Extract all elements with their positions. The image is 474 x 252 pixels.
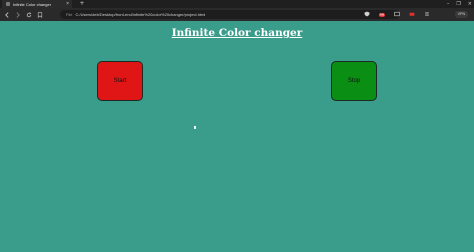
bookmark-icon[interactable] bbox=[36, 11, 44, 19]
reload-icon[interactable] bbox=[25, 11, 33, 19]
close-icon[interactable]: × bbox=[66, 1, 69, 7]
file-scheme-label: File bbox=[66, 12, 73, 17]
toolbar-extensions: 99 bbox=[364, 10, 430, 19]
page-title: Infinite Color changer bbox=[171, 27, 303, 39]
forward-icon[interactable] bbox=[14, 11, 22, 19]
browser-toolbar: File C:/Users/deb/Desktop/front-end/infi… bbox=[0, 8, 474, 21]
minimize-icon[interactable]: – bbox=[447, 1, 450, 7]
extension-badge[interactable]: 99 bbox=[378, 12, 385, 17]
wallet-icon[interactable] bbox=[409, 11, 415, 19]
tab-title: Infinite Color changer bbox=[13, 1, 52, 7]
browser-tab-bar: Infinite Color changer × + – ❐ × bbox=[0, 0, 474, 8]
address-bar[interactable]: File C:/Users/deb/Desktop/front-end/infi… bbox=[60, 10, 400, 19]
window-close-icon[interactable]: × bbox=[468, 1, 472, 7]
sidebar-icon[interactable] bbox=[394, 11, 400, 19]
stop-button[interactable]: Stop bbox=[331, 61, 377, 101]
maximize-icon[interactable]: ❐ bbox=[456, 1, 460, 7]
shield-icon[interactable] bbox=[364, 11, 370, 19]
tab-favicon-icon bbox=[6, 2, 10, 6]
mouse-cursor bbox=[194, 126, 196, 129]
browser-tab[interactable]: Infinite Color changer × bbox=[2, 0, 72, 8]
start-button[interactable]: Start bbox=[97, 61, 143, 101]
vpn-button[interactable]: VPN bbox=[454, 11, 468, 18]
new-tab-button[interactable]: + bbox=[78, 0, 86, 8]
window-controls: – ❐ × bbox=[447, 0, 472, 8]
back-icon[interactable] bbox=[3, 11, 11, 19]
menu-icon[interactable] bbox=[424, 11, 430, 19]
page-content: Infinite Color changer Start Stop bbox=[0, 21, 474, 252]
url-text: C:/Users/deb/Desktop/front-end/infinite%… bbox=[75, 12, 206, 17]
